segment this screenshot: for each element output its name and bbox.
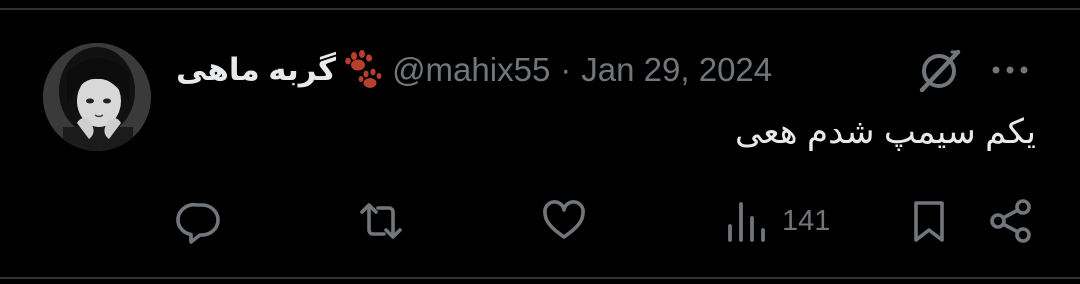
views-icon [728, 202, 765, 242]
grok-icon[interactable] [914, 46, 964, 96]
more-icon[interactable] [990, 60, 1030, 80]
reply-button[interactable] [176, 198, 222, 244]
heart-icon [543, 200, 585, 239]
paw-prints-icon [345, 50, 382, 88]
like-button[interactable] [541, 198, 587, 244]
bottom-divider [0, 277, 1080, 279]
views-button[interactable]: 141 [724, 198, 830, 244]
views-count: 141 [782, 204, 831, 237]
retweet-button[interactable] [358, 198, 404, 244]
share-button[interactable] [988, 198, 1034, 244]
avatar-image [43, 43, 151, 151]
top-divider [0, 8, 1080, 10]
bookmark-icon [914, 201, 944, 242]
tweet-header: گربه ماهی @mahix55 · Jan 29, 2024 [176, 44, 772, 96]
retweet-icon [360, 203, 402, 239]
tweet-date[interactable]: Jan 29, 2024 [581, 51, 772, 89]
share-icon [990, 199, 1031, 243]
bookmark-button[interactable] [906, 198, 952, 244]
user-handle[interactable]: @mahix55 [392, 51, 550, 89]
display-name[interactable]: گربه ماهی [176, 52, 336, 88]
header-separator: · [560, 51, 572, 88]
tweet-text: یکم سیمپ شدم هعی [734, 113, 1036, 151]
avatar[interactable] [43, 43, 151, 151]
reply-icon [176, 202, 220, 244]
